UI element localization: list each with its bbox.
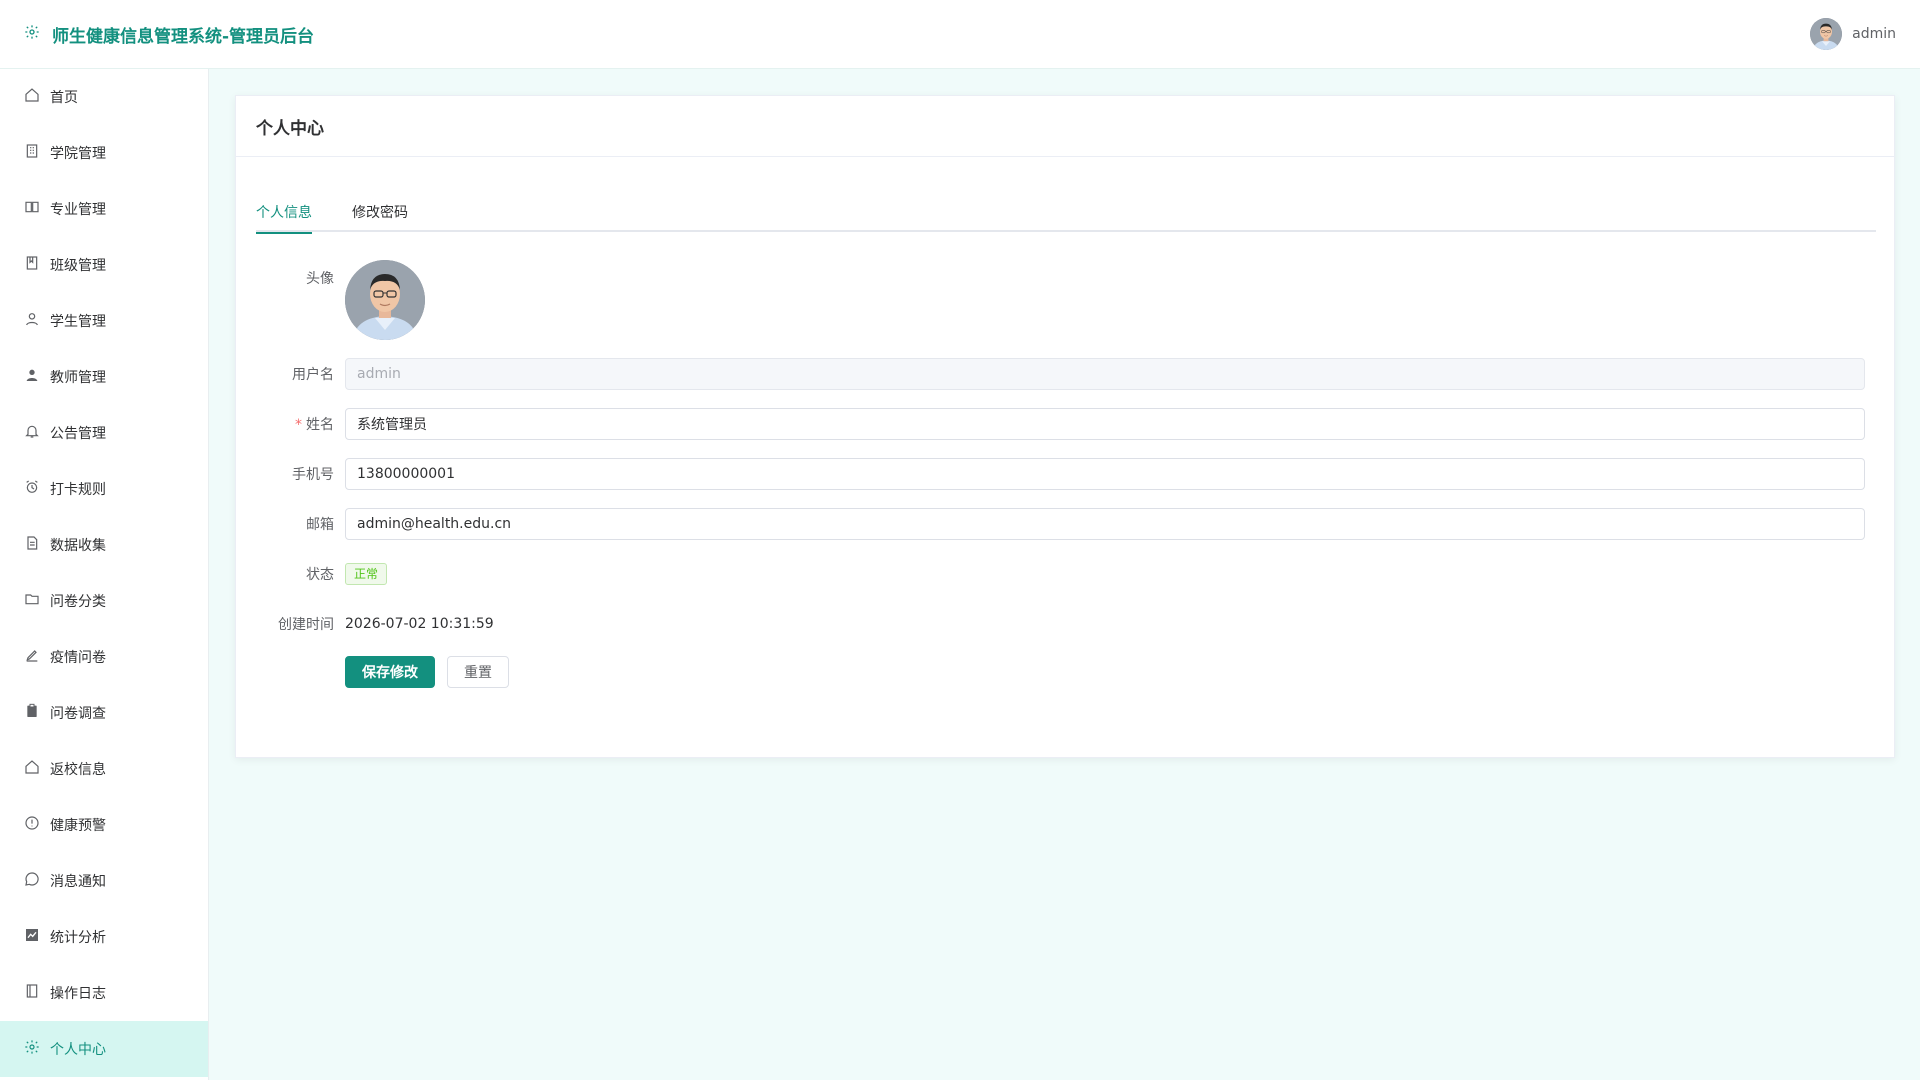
alarm-clock-icon xyxy=(24,479,40,499)
phone-label: 手机号 xyxy=(292,467,334,483)
sidebar-item-notice[interactable]: 公告管理 xyxy=(0,405,208,461)
sidebar-item-label: 返校信息 xyxy=(50,762,106,778)
sidebar-item-questionnaire[interactable]: 问卷调查 xyxy=(0,685,208,741)
sidebar-item-label: 消息通知 xyxy=(50,874,106,890)
app-title: 师生健康信息管理系统-管理员后台 xyxy=(52,26,315,47)
brand[interactable]: 师生健康信息管理系统-管理员后台 xyxy=(24,22,314,47)
main-content: 个人中心 个人信息 修改密码 头像 用户名 *姓名 手机号 xyxy=(209,69,1920,1080)
clipboard-icon xyxy=(24,703,40,723)
sidebar-item-operation-log[interactable]: 操作日志 xyxy=(0,965,208,1021)
email-label: 邮箱 xyxy=(306,517,334,533)
sidebar-item-college[interactable]: 学院管理 xyxy=(0,125,208,181)
sidebar-item-teacher[interactable]: 教师管理 xyxy=(0,349,208,405)
book-icon xyxy=(24,199,40,219)
sidebar-item-label: 公告管理 xyxy=(50,426,106,442)
sidebar-item-label: 问卷调查 xyxy=(50,706,106,722)
sidebar-item-label: 健康预警 xyxy=(50,818,106,834)
folder-icon xyxy=(24,591,40,611)
sidebar-item-label: 首页 xyxy=(50,90,78,106)
sidebar-item-messages[interactable]: 消息通知 xyxy=(0,853,208,909)
top-header: 师生健康信息管理系统-管理员后台 admin xyxy=(0,0,1920,69)
sidebar-item-student[interactable]: 学生管理 xyxy=(0,293,208,349)
building-icon xyxy=(24,143,40,163)
sidebar-item-label: 数据收集 xyxy=(50,538,106,554)
avatar[interactable] xyxy=(1810,18,1842,50)
reset-button[interactable]: 重置 xyxy=(447,656,509,688)
sidebar-item-label: 个人中心 xyxy=(50,1042,106,1058)
sidebar-item-label: 教师管理 xyxy=(50,370,106,386)
chat-dots-icon xyxy=(24,871,40,891)
sidebar-item-label: 打卡规则 xyxy=(50,482,106,498)
profile-card: 个人中心 个人信息 修改密码 头像 用户名 *姓名 手机号 xyxy=(235,95,1895,758)
username-label: 用户名 xyxy=(292,367,334,383)
sidebar-item-label: 学生管理 xyxy=(50,314,106,330)
sidebar-item-statistics[interactable]: 统计分析 xyxy=(0,909,208,965)
sidebar-item-label: 专业管理 xyxy=(50,202,106,218)
username-label: admin xyxy=(1852,26,1896,42)
home-icon xyxy=(24,87,40,107)
save-button[interactable]: 保存修改 xyxy=(345,656,435,688)
sidebar-item-health-warning[interactable]: 健康预警 xyxy=(0,797,208,853)
sidebar-item-home[interactable]: 首页 xyxy=(0,69,208,125)
avatar-label: 头像 xyxy=(306,271,334,287)
avatar-upload[interactable] xyxy=(345,260,425,340)
sidebar-item-label: 问卷分类 xyxy=(50,594,106,610)
sidebar-item-major[interactable]: 专业管理 xyxy=(0,181,208,237)
sidebar-item-epidemic-survey[interactable]: 疫情问卷 xyxy=(0,629,208,685)
home-icon xyxy=(24,759,40,779)
tab-bar: 个人信息 修改密码 xyxy=(256,196,1876,234)
document-icon xyxy=(24,535,40,555)
sidebar-item-label: 操作日志 xyxy=(50,986,106,1002)
sidebar-item-checkin-rule[interactable]: 打卡规则 xyxy=(0,461,208,517)
chart-icon xyxy=(24,927,40,947)
sidebar-item-class[interactable]: 班级管理 xyxy=(0,237,208,293)
sidebar-item-profile[interactable]: 个人中心 xyxy=(0,1021,208,1077)
name-field[interactable] xyxy=(345,408,1865,440)
sidebar-item-data-collect[interactable]: 数据收集 xyxy=(0,517,208,573)
user-icon xyxy=(24,311,40,331)
sidebar-item-label: 班级管理 xyxy=(50,258,106,274)
created-time-value: 2026-07-02 10:31:59 xyxy=(345,616,494,632)
sidebar-item-label: 疫情问卷 xyxy=(50,650,106,666)
sidebar-item-survey-category[interactable]: 问卷分类 xyxy=(0,573,208,629)
sidebar-item-label: 学院管理 xyxy=(50,146,106,162)
status-label: 状态 xyxy=(306,567,334,583)
notebook-icon xyxy=(24,255,40,275)
sidebar: 首页 学院管理 专业管理 班级管理 学生管理 教师管理 公告管理 打卡规则 数据… xyxy=(0,69,209,1080)
tab-personal-info[interactable]: 个人信息 xyxy=(256,196,312,234)
tab-change-password[interactable]: 修改密码 xyxy=(352,196,408,232)
warning-icon xyxy=(24,815,40,835)
user-filled-icon xyxy=(24,367,40,387)
sidebar-item-label: 统计分析 xyxy=(50,930,106,946)
name-label: * 姓名 xyxy=(295,417,334,433)
gear-icon xyxy=(24,24,40,45)
username-field xyxy=(345,358,1865,390)
card-title: 个人中心 xyxy=(236,96,1894,157)
edit-pen-icon xyxy=(24,647,40,667)
bell-icon xyxy=(24,423,40,443)
status-badge: 正常 xyxy=(345,563,388,585)
sidebar-item-return-school[interactable]: 返校信息 xyxy=(0,741,208,797)
created-time-label: 创建时间 xyxy=(278,617,334,633)
user-menu[interactable]: admin xyxy=(1810,18,1896,50)
phone-field[interactable] xyxy=(345,458,1865,490)
gear-icon xyxy=(24,1039,40,1059)
log-book-icon xyxy=(24,983,40,1003)
email-field[interactable] xyxy=(345,508,1865,540)
